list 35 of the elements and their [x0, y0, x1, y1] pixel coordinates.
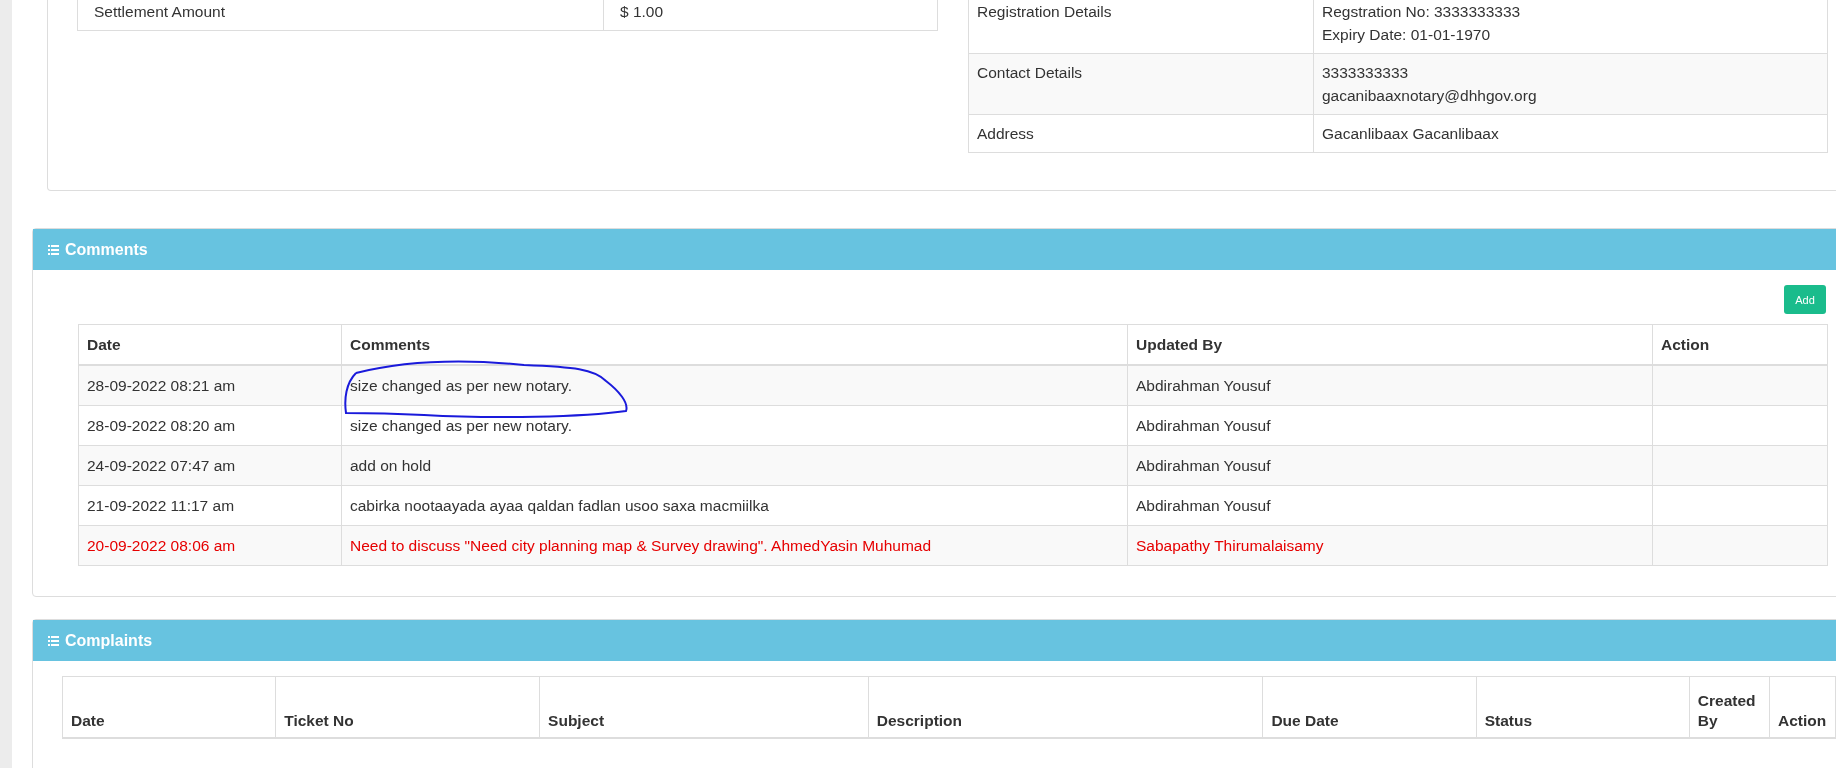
table-cell: cabirka nootaayada ayaa qaldan fadlan usoo saxa macmiilka [341, 485, 1128, 526]
table-cell: 21-09-2022 11:17 am [78, 485, 342, 526]
column-header: Created By [1689, 676, 1770, 738]
table-cell: Address [968, 114, 1314, 153]
column-header: Action [1769, 676, 1836, 738]
table-cell: 28-09-2022 08:21 am [78, 365, 342, 406]
table-cell: Settlement Amount [77, 0, 604, 31]
table-cell: Regstration No: 3333333333 Expiry Date: 01-01-1970 [1313, 0, 1828, 54]
table-cell: $ 1.00 [603, 0, 938, 31]
panel-title: Complaints [65, 631, 153, 650]
panel-title: Comments [65, 240, 148, 259]
table-cell: Abdirahman Yousuf [1127, 485, 1653, 526]
table-cell: 24-09-2022 07:47 am [78, 445, 342, 486]
table-cell: Contact Details [968, 53, 1314, 115]
table-cell: Abdirahman Yousuf [1127, 445, 1653, 486]
table-cell: 28-09-2022 08:20 am [78, 405, 342, 446]
table-cell: Abdirahman Yousuf [1127, 365, 1653, 406]
table-cell: Sabapathy Thirumalaisamy [1127, 525, 1653, 566]
table-cell: Abdirahman Yousuf [1127, 405, 1653, 446]
column-header: Status [1476, 676, 1690, 738]
list-icon [48, 635, 59, 646]
table-cell: Gacanlibaax Gacanlibaax [1313, 114, 1828, 153]
column-header: Subject [539, 676, 869, 738]
table-cell: Registration Details [968, 0, 1314, 54]
table-cell: 20-09-2022 08:06 am [78, 525, 342, 566]
column-header: Ticket No [275, 676, 540, 738]
table-cell: 3333333333 gacanibaaxnotary@dhhgov.org [1313, 53, 1828, 115]
table-cell: Need to discuss "Need city planning map & Survey drawing". AhmedYasin Muhumad [341, 525, 1128, 566]
add-button[interactable]: Add [1784, 285, 1826, 314]
column-header: Due Date [1262, 676, 1477, 738]
table-cell: add on hold [341, 445, 1128, 486]
column-header: Date [62, 676, 276, 738]
table-cell: size changed as per new notary. [341, 405, 1128, 446]
column-header: Description [868, 676, 1263, 738]
list-icon [48, 244, 59, 255]
